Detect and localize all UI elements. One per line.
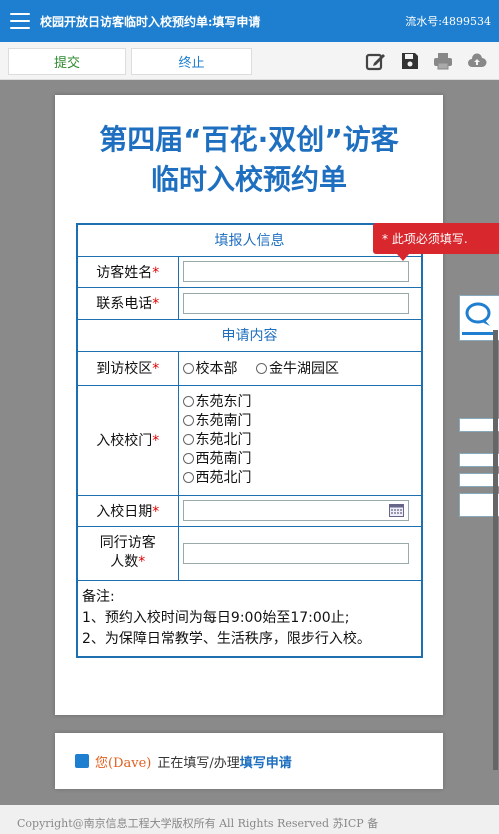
form-note: 备注: 1、预约入校时间为每日9:00始至17:00止; 2、为保障日常教学、生… bbox=[76, 579, 423, 657]
gate-option[interactable]: 东苑东门 bbox=[182, 393, 418, 412]
toolbar: 提交 终止 bbox=[0, 42, 499, 80]
current-user: 您(Dave) bbox=[95, 755, 152, 771]
save-icon[interactable] bbox=[399, 50, 421, 72]
section-applicant-info: 填报人信息 bbox=[76, 223, 423, 257]
calendar-icon[interactable] bbox=[388, 504, 404, 517]
form-headline: 第四届“百花·双创”访客 临时入校预约单 bbox=[55, 120, 443, 200]
menu-icon[interactable] bbox=[10, 13, 30, 29]
radio-icon[interactable] bbox=[182, 471, 194, 483]
visitor-name-input[interactable] bbox=[182, 261, 409, 282]
form-paper: 第四届“百花·双创”访客 临时入校预约单 填报人信息 访客姓名* 联系电话* 申… bbox=[55, 95, 443, 715]
radio-icon[interactable] bbox=[182, 414, 194, 426]
top-bar: 校园开放日访客临时入校预约单:填写申请 流水号:4899534 bbox=[0, 0, 499, 42]
gate-option[interactable]: 西苑南门 bbox=[182, 450, 418, 469]
phone-input[interactable] bbox=[182, 292, 409, 314]
note-item-1: 1、预约入校时间为每日9:00始至17:00止; bbox=[82, 609, 350, 626]
gate-label: 入校校门* bbox=[76, 384, 179, 496]
gate-option[interactable]: 西苑北门 bbox=[182, 469, 418, 488]
user-icon bbox=[75, 754, 89, 768]
companions-label: 同行访客 人数* bbox=[76, 525, 179, 581]
note-title: 备注: bbox=[82, 588, 115, 605]
radio-icon[interactable] bbox=[182, 452, 194, 464]
status-action: 填写申请 bbox=[239, 755, 292, 771]
cloud-upload-icon[interactable] bbox=[466, 50, 488, 72]
radio-icon[interactable] bbox=[182, 363, 194, 374]
name-label: 访客姓名* bbox=[76, 255, 179, 288]
section-application-content: 申请内容 bbox=[76, 318, 423, 352]
companions-count-input[interactable] bbox=[182, 542, 409, 564]
date-label: 入校日期* bbox=[76, 494, 179, 527]
note-item-2: 2、为保障日常教学、生活秩序，限步行入校。 bbox=[82, 630, 371, 647]
campus-radio-group: 校本部 金牛湖园区 bbox=[177, 350, 423, 386]
status-bar: 您(Dave) 正在填写/办理 填写申请 bbox=[55, 733, 443, 789]
radio-icon[interactable] bbox=[182, 395, 194, 407]
gate-option[interactable]: 东苑北门 bbox=[182, 431, 418, 450]
gate-option[interactable]: 东苑南门 bbox=[182, 412, 418, 431]
stop-button[interactable]: 终止 bbox=[131, 48, 252, 75]
edit-icon[interactable] bbox=[365, 50, 387, 72]
campus-option-main[interactable]: 校本部 bbox=[182, 361, 238, 377]
scrollbar[interactable] bbox=[493, 330, 498, 770]
headline-line-2: 临时入校预约单 bbox=[150, 163, 347, 196]
serial-number: 流水号:4899534 bbox=[405, 15, 491, 28]
campus-option-jinniuhu[interactable]: 金牛湖园区 bbox=[255, 361, 339, 377]
radio-icon[interactable] bbox=[255, 363, 267, 374]
required-field-tooltip: * 此项必须填写. bbox=[373, 223, 499, 261]
date-input[interactable] bbox=[182, 500, 409, 521]
radio-icon[interactable] bbox=[182, 433, 194, 445]
phone-label: 联系电话* bbox=[76, 286, 179, 320]
application-form-table: 填报人信息 访客姓名* 联系电话* 申请内容 到访校区* 校本部 金牛湖园区 入… bbox=[76, 223, 423, 658]
copyright-footer: Copyright@南京信息工程大学版权所有 All Rights Reserv… bbox=[0, 805, 499, 834]
status-text: 正在填写/办理 bbox=[157, 755, 240, 771]
page-title: 校园开放日访客临时入校预约单:填写申请 bbox=[40, 14, 261, 29]
campus-label: 到访校区* bbox=[76, 350, 179, 386]
submit-button[interactable]: 提交 bbox=[8, 48, 126, 75]
headline-line-1: 第四届“百花·双创”访客 bbox=[99, 123, 399, 156]
gate-radio-group: 东苑东门 东苑南门 东苑北门 西苑南门 西苑北门 bbox=[177, 384, 423, 496]
print-icon[interactable] bbox=[432, 50, 454, 72]
